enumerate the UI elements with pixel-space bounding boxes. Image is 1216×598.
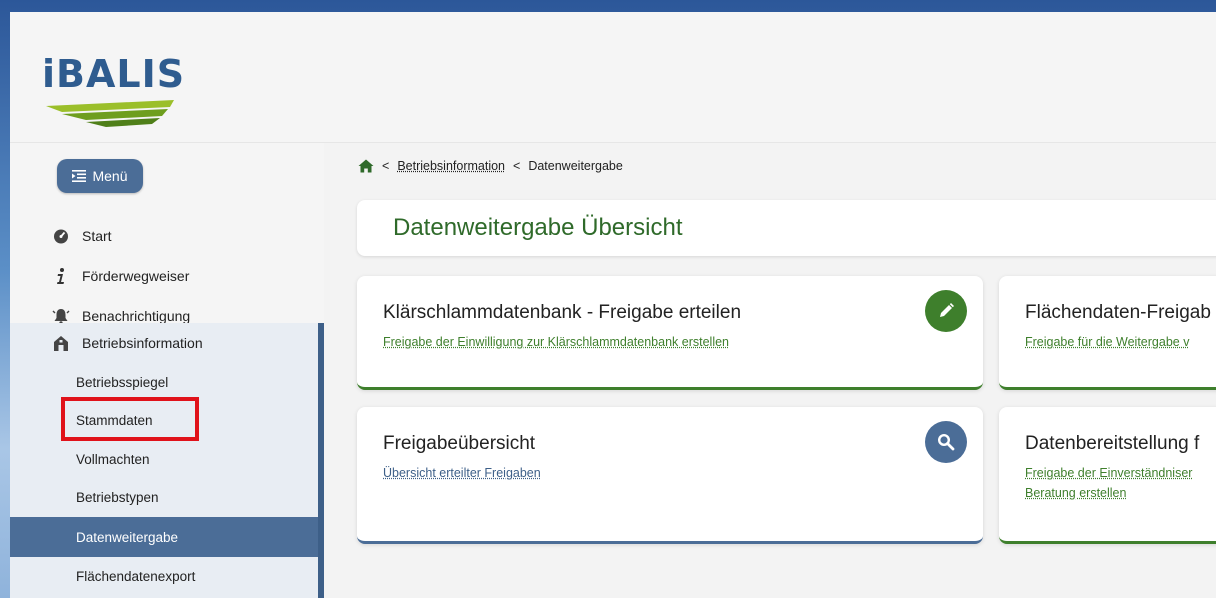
sub-item-label: Betriebstypen [76,489,159,505]
nav-group-betriebsinformation: Betriebsinformation Betriebsspiegel Stam… [10,323,324,598]
card-title: Klärschlammdatenbank - Freigabe erteilen [383,302,742,323]
ibalis-logo[interactable]: iBALIS [42,52,184,132]
logo-field-graphic [46,100,174,127]
menu-button[interactable]: Menü [57,159,143,193]
sub-item-label: Vollmachten [76,451,150,467]
nav-item-label: Benachrichtigung [82,308,191,324]
nav-item-label: Betriebsinformation [82,335,203,351]
breadcrumb-separator: < [513,159,521,173]
card-klaerschlamm-freigabe[interactable]: Klärschlammdatenbank - Freigabe erteilen… [357,276,983,390]
breadcrumb-current: Datenweitergabe [528,159,623,173]
sub-item-label: Stammdaten [76,412,153,428]
pencil-icon [940,303,954,317]
card-title: Datenbereitstellung f [1025,433,1200,454]
search-icon [937,433,955,451]
card-title: Flächendaten-Freigab [1025,302,1211,323]
card-title: Freigabeübersicht [383,433,536,454]
edit-button[interactable] [925,290,967,332]
sidebar: Menü Start Förderwegweiser Benachrichtig… [10,143,324,598]
sub-item-stammdaten[interactable]: Stammdaten [10,401,318,439]
menu-collapse-icon [72,170,87,182]
page-title: Datenweitergabe Übersicht [393,214,683,241]
card-flaechendaten-freigabe[interactable]: Flächendaten-Freigab Freigabe für die We… [999,276,1216,390]
sub-item-label: Betriebsspiegel [76,374,169,390]
browser-page: iBALIS Menü Start Förderwegweiser Benach… [10,12,1216,598]
card-link[interactable]: Freigabe für die Weitergabe v [1025,332,1189,352]
breadcrumb-separator: < [382,159,390,173]
nav-item-betriebsinformation[interactable]: Betriebsinformation [10,323,318,363]
card-link-line: Beratung erstellen [1025,486,1127,500]
sub-item-label: Flächendatenexport [76,568,196,584]
nav-item-label: Start [82,228,112,244]
sub-item-betriebsspiegel[interactable]: Betriebsspiegel [10,363,318,401]
page-title-box: Datenweitergabe Übersicht [357,200,1216,256]
farm-icon [54,336,68,351]
card-datenbereitstellung[interactable]: Datenbereitstellung f Freigabe der Einve… [999,407,1216,544]
sub-item-flaechendatenexport[interactable]: Flächendatenexport [10,557,318,595]
card-freigabeuebersicht[interactable]: Freigabeübersicht Übersicht erteilter Fr… [357,407,983,544]
breadcrumb-link-betriebsinformation[interactable]: Betriebsinformation [397,159,505,173]
search-button[interactable] [925,421,967,463]
nav-item-foerderwegweiser[interactable]: Förderwegweiser [10,256,324,296]
sub-item-vollmachten[interactable]: Vollmachten [10,440,318,478]
sub-item-datenweitergabe[interactable]: Datenweitergabe [10,517,318,557]
card-link[interactable]: Freigabe der Einwilligung zur Klärschlam… [383,332,729,352]
home-icon[interactable] [358,159,374,173]
card-link[interactable]: Freigabe der Einverständniser Beratung e… [1025,463,1192,503]
page-header: iBALIS [10,12,1216,143]
breadcrumb: < Betriebsinformation < Datenweitergabe [358,159,623,173]
dashboard-icon [54,229,68,244]
card-link[interactable]: Übersicht erteilter Freigaben [383,463,541,483]
nav-item-start[interactable]: Start [10,216,324,256]
sub-item-label: Datenweitergabe [76,529,179,545]
info-icon [57,268,64,284]
menu-button-label: Menü [92,168,128,184]
card-link-line: Freigabe der Einverständniser [1025,466,1193,480]
nav-item-label: Förderwegweiser [82,268,190,284]
sub-item-betriebstypen[interactable]: Betriebstypen [10,478,318,516]
main-content: < Betriebsinformation < Datenweitergabe … [324,143,1216,598]
